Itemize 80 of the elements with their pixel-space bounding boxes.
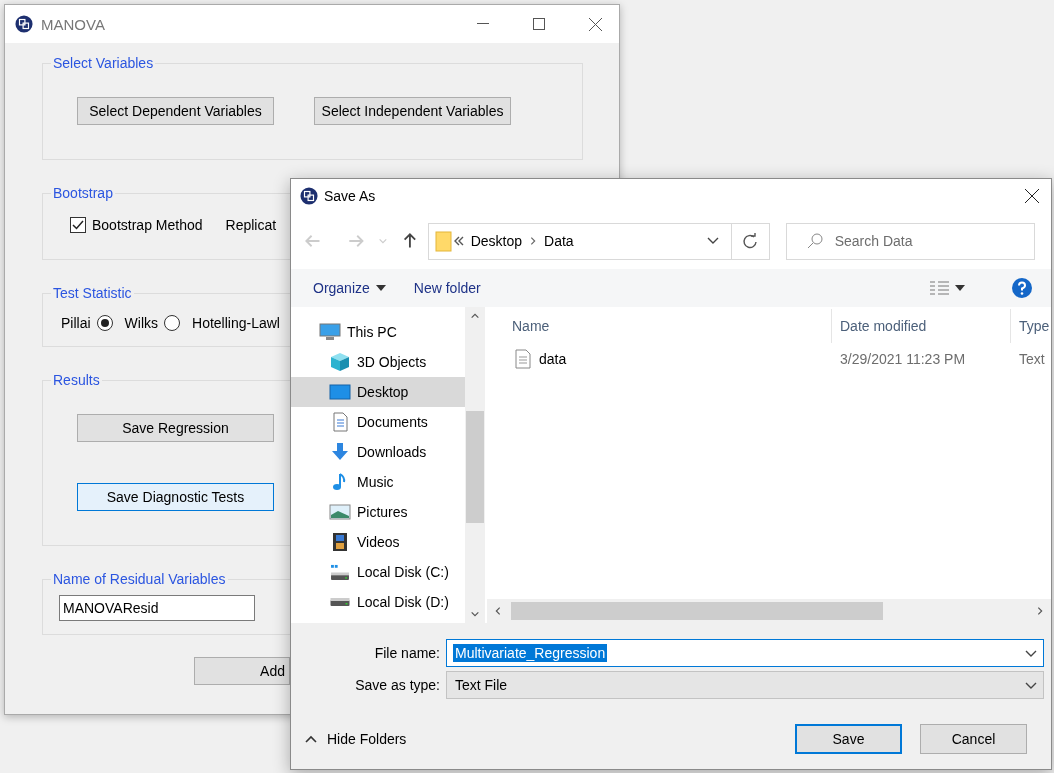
breadcrumb-item[interactable]: Data [538, 233, 580, 249]
view-options-icon[interactable] [929, 280, 965, 296]
radio-label: Hotelling-Lawl [192, 315, 280, 331]
download-arrow-icon [329, 442, 351, 462]
new-folder-button[interactable]: New folder [413, 280, 481, 296]
close-icon[interactable] [1025, 189, 1039, 203]
nav-item[interactable]: Downloads [291, 437, 465, 467]
picture-icon [329, 502, 351, 522]
address-bar[interactable]: Desktop Data [427, 222, 770, 260]
radio-label: Pillai [61, 315, 91, 331]
folder-icon [434, 230, 453, 252]
hide-folders-button[interactable]: Hide Folders [305, 731, 407, 747]
up-arrow-icon [401, 233, 418, 249]
double-chevron-icon [452, 235, 465, 247]
window-title: MANOVA [41, 15, 106, 33]
drive-icon [329, 597, 351, 607]
search-field[interactable]: Search Data [785, 222, 1035, 260]
nav-item[interactable]: Pictures [291, 497, 465, 527]
scroll-down-icon [470, 609, 480, 619]
nav-item[interactable]: Documents [291, 407, 465, 437]
breadcrumb-item[interactable]: Desktop [464, 233, 529, 249]
type-cell-text: Text [1018, 350, 1046, 369]
checkmark-icon [72, 220, 84, 230]
app-logo-icon [15, 15, 33, 33]
field-label: Replicat [225, 217, 277, 233]
chevron-up-icon [305, 735, 317, 743]
app-logo-icon [300, 187, 318, 205]
cancel-button[interactable]: Cancel [920, 724, 1027, 754]
group-title: Select Variables [52, 55, 155, 71]
nav-item[interactable]: Local Disk (D:) [291, 587, 465, 617]
radio-button[interactable] [96, 315, 113, 331]
group-title: Bootstrap [52, 185, 114, 201]
field-label: Save as type: [354, 677, 441, 693]
nav-item[interactable]: Local Disk (C:) [291, 557, 465, 587]
date-cell-text: 3/29/2021 11:23 PM [839, 350, 967, 369]
save-button[interactable]: Save [795, 724, 902, 754]
field-label: File name: [373, 645, 441, 661]
scroll-up-icon [470, 311, 480, 321]
file-name-field[interactable]: Multivariate_Regression [446, 639, 1044, 667]
caret-icon [375, 285, 386, 291]
checkbox[interactable] [70, 217, 86, 233]
group-title: Name of Residual Variables [52, 571, 227, 587]
nav-item[interactable]: 3D Objects [291, 347, 465, 377]
group-title: Test Statistic [52, 285, 133, 301]
column-header[interactable]: Date modified [832, 309, 1011, 343]
scrollbar[interactable] [487, 599, 1051, 623]
add-button[interactable]: Add [194, 657, 290, 685]
cube-icon [329, 352, 351, 372]
radio-label: Wilks [124, 315, 158, 331]
back-arrow-icon [305, 233, 321, 249]
checkbox-label: Bootstrap Method [92, 217, 203, 233]
monitor-icon [319, 322, 341, 342]
dialog-title: Save As [324, 188, 376, 204]
column-header[interactable]: Name [487, 309, 832, 343]
forward-arrow-icon [348, 233, 365, 249]
nav-item[interactable]: This PC [291, 317, 465, 347]
nav-item[interactable]: Music [291, 467, 465, 497]
desktop-icon [329, 382, 351, 402]
scroll-right-icon [1035, 606, 1045, 616]
residual-name-field[interactable]: MANOVAResid [59, 595, 255, 621]
file-type-dropdown[interactable]: Text File [446, 671, 1044, 699]
save-button[interactable]: Save Regression [77, 414, 274, 442]
scroll-left-icon [493, 606, 503, 616]
nav-item[interactable]: Videos [291, 527, 465, 557]
file-name-cell[interactable]: data [487, 343, 832, 375]
search-icon [806, 233, 823, 249]
radio-button[interactable] [164, 315, 180, 331]
select-variables-button[interactable]: Select Dependent Variables [77, 97, 274, 125]
group-title: Results [52, 372, 101, 388]
scrollbar[interactable] [465, 307, 485, 623]
column-header[interactable]: Type [1011, 309, 1051, 343]
nav-item[interactable]: Desktop [291, 377, 465, 407]
drive-icon [329, 563, 351, 581]
select-variables-button[interactable]: Select Independent Variables [314, 97, 511, 125]
text-file-icon [515, 349, 531, 369]
dropdown-caret-icon [378, 236, 389, 246]
organize-menu[interactable]: Organize [313, 280, 386, 296]
help-icon[interactable] [1011, 277, 1033, 299]
refresh-icon [742, 233, 759, 249]
save-button[interactable]: Save Diagnostic Tests [77, 483, 274, 511]
